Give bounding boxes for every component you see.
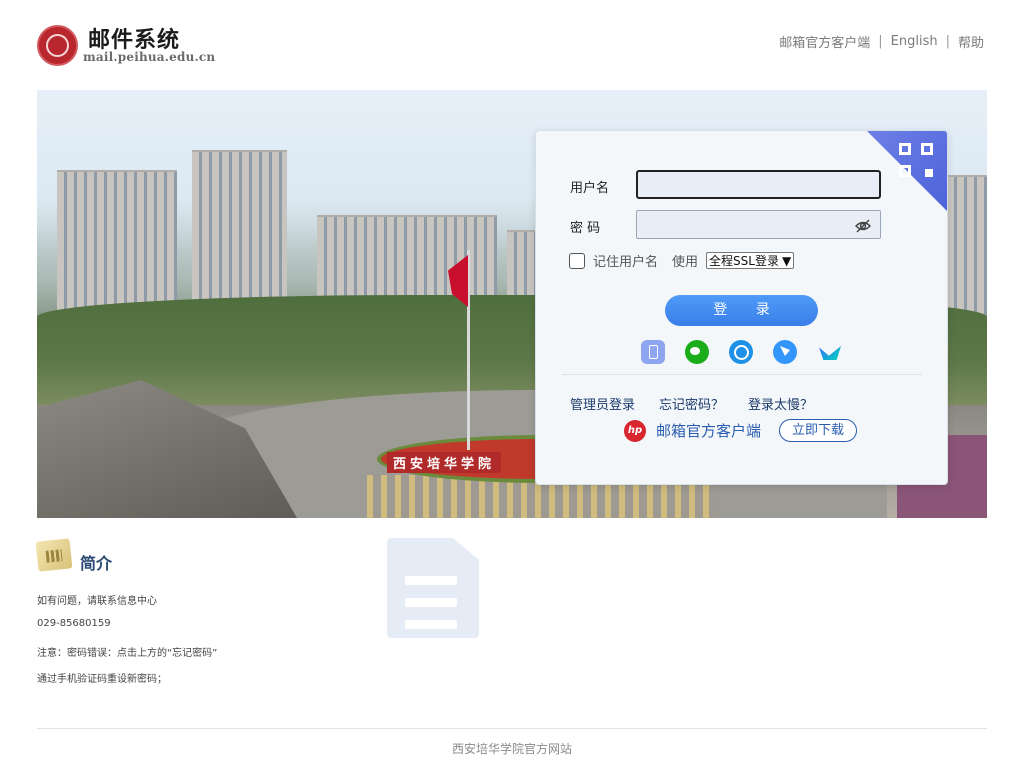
- lark-icon[interactable]: [817, 340, 841, 364]
- intro-line: 如有问题，请联系信息中心: [37, 596, 157, 607]
- login-card: 用户名 密 码 记住用户名 使用 全程SSL登录 ▼ 登 录 管理员登录 忘记密…: [535, 130, 948, 485]
- qr-code-icon[interactable]: [899, 143, 933, 177]
- phone-icon[interactable]: [641, 340, 665, 364]
- download-button[interactable]: 立即下载: [779, 419, 858, 442]
- help-link[interactable]: 帮助: [958, 32, 984, 51]
- english-link[interactable]: English: [891, 34, 938, 49]
- client-link[interactable]: 邮箱官方客户端: [656, 420, 761, 441]
- gate-sign: 西安培华学院: [387, 452, 502, 473]
- intro-line: 029-85680159: [37, 618, 111, 629]
- toggle-password-visibility-icon[interactable]: [854, 217, 872, 235]
- admin-login-link[interactable]: 管理员登录: [570, 394, 635, 413]
- client-download-row: hp 邮箱官方客户端 立即下载: [624, 419, 858, 442]
- logo-domain: mail.peihua.edu.cn: [83, 50, 216, 64]
- intro-line: 注意：密码错误：点击上方的“忘记密码”: [37, 648, 218, 659]
- official-client-link[interactable]: 邮箱官方客户端: [779, 32, 870, 51]
- university-seal-icon: [37, 25, 78, 66]
- intro-title: 简介: [80, 554, 113, 573]
- use-label: 使用: [672, 255, 699, 270]
- intro-line: 通过手机验证码重设新密码；: [37, 674, 167, 685]
- password-label: 密 码: [570, 221, 601, 236]
- username-input[interactable]: [636, 170, 881, 199]
- remember-label[interactable]: 记住用户名: [593, 251, 658, 270]
- dingtalk-icon[interactable]: [773, 340, 797, 364]
- card-links: 管理员登录 忘记密码？ 登录太慢？: [570, 394, 813, 413]
- footer-link[interactable]: 西安培华学院官方网站: [0, 740, 1024, 757]
- site-logo[interactable]: 邮件系统 mail.peihua.edu.cn: [37, 24, 215, 68]
- footer-divider: [37, 728, 987, 729]
- chat-icon[interactable]: [729, 340, 753, 364]
- card-divider: [562, 374, 922, 375]
- forgot-password-link[interactable]: 忘记密码？: [659, 394, 724, 413]
- password-input[interactable]: [636, 210, 881, 239]
- chevron-down-icon: ▼: [781, 253, 792, 268]
- nav-separator: |: [878, 34, 883, 49]
- remember-checkbox[interactable]: [569, 252, 585, 269]
- client-logo-icon: hp: [624, 419, 646, 442]
- nav-separator: |: [945, 34, 950, 49]
- document-icon: [387, 538, 479, 638]
- login-slow-link[interactable]: 登录太慢？: [748, 394, 813, 413]
- login-button[interactable]: 登 录: [665, 295, 818, 326]
- ssl-select-value: 全程SSL登录: [709, 254, 779, 268]
- top-nav: 邮箱官方客户端 | English | 帮助: [779, 32, 984, 51]
- remember-row: 记住用户名 使用 全程SSL登录 ▼: [569, 251, 795, 270]
- third-party-login: [641, 340, 841, 364]
- chart-icon: [35, 538, 73, 572]
- wechat-icon[interactable]: [685, 340, 709, 364]
- ssl-select[interactable]: 全程SSL登录 ▼: [706, 252, 795, 269]
- username-label: 用户名: [570, 181, 610, 196]
